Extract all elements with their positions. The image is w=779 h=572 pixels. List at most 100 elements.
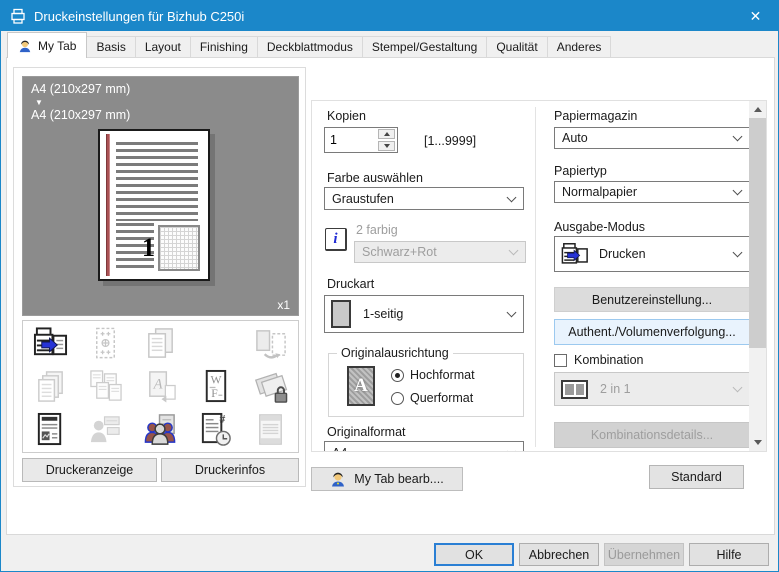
user-authentication-people-icon[interactable] — [133, 408, 188, 451]
preview-panel: A4 (210x297 mm) ▼ A4 (210x297 mm) 1 x1 — [13, 67, 306, 487]
spin-down-button[interactable] — [378, 141, 395, 151]
text-lines — [116, 142, 198, 221]
paper-tray-label: Papiermagazin — [554, 109, 637, 123]
two-color-dropdown: Schwarz+Rot — [354, 241, 526, 263]
user-settings-button[interactable]: Benutzereinstellung... — [554, 287, 750, 312]
output-mode-label: Ausgabe-Modus — [554, 220, 645, 234]
color-dropdown[interactable]: Graustufen — [324, 187, 524, 210]
scrollbar-thumb[interactable] — [749, 118, 766, 348]
output-mode-value: Drucken — [599, 247, 646, 261]
svg-text:#: # — [219, 414, 225, 426]
settings-scroll-area: Kopien [1...9999] Farbe auswählen Graust… — [311, 100, 767, 452]
zoom-factor: x1 — [277, 298, 290, 312]
paper-type-value: Normalpapier — [562, 185, 637, 199]
registration-marks-page-icon[interactable] — [78, 322, 133, 365]
tab-basis[interactable]: Basis — [87, 36, 135, 58]
printer-icon — [10, 8, 26, 24]
tab-label: My Tab — [38, 39, 76, 53]
secure-print-lock-icon[interactable] — [243, 365, 298, 408]
tab-stempel-gestaltung[interactable]: Stempel/Gestaltung — [363, 36, 487, 58]
tab-qualitaet[interactable]: Qualität — [487, 36, 547, 58]
person-icon — [330, 471, 346, 487]
svg-text:W: W — [210, 374, 221, 387]
watermark-page-icon[interactable]: W F — [188, 365, 243, 408]
tab-label: Qualität — [496, 40, 537, 54]
my-tab-edit-button[interactable]: My Tab bearb.... — [311, 467, 463, 491]
vertical-scrollbar[interactable] — [749, 101, 766, 451]
tab-my-tab[interactable]: My Tab — [7, 32, 87, 58]
combination-value: 2 in 1 — [600, 382, 631, 396]
titlebar: Druckeinstellungen für Bizhub C250i ✕ — [1, 1, 778, 31]
scroll-down-arrow[interactable] — [749, 434, 766, 451]
combination-checkbox-row[interactable]: Kombination — [554, 353, 644, 367]
color-label: Farbe auswählen — [327, 171, 423, 185]
ok-button[interactable]: OK — [434, 543, 514, 566]
two-in-one-icon — [561, 380, 588, 399]
cancel-button[interactable]: Abbrechen — [519, 543, 599, 566]
authentication-button[interactable]: Authent./Volumenverfolgung... — [554, 319, 750, 345]
tab-label: Anderes — [557, 40, 602, 54]
tab-finishing[interactable]: Finishing — [191, 36, 258, 58]
page-number: 1 — [142, 233, 155, 263]
original-format-value: A4 — [332, 446, 347, 453]
copy-pages-icon[interactable] — [133, 322, 188, 365]
tab-anderes[interactable]: Anderes — [548, 36, 612, 58]
two-color-label: 2 farbig — [356, 223, 398, 237]
proof-print-person-icon[interactable] — [78, 408, 133, 451]
printer-output-icon[interactable] — [23, 322, 78, 365]
close-button[interactable]: ✕ — [733, 1, 778, 31]
apply-button: Übernehmen — [604, 543, 684, 566]
landscape-label: Querformat — [410, 391, 473, 405]
printer-info-button[interactable]: Druckerinfos — [161, 458, 299, 482]
paper-tray-value: Auto — [562, 131, 588, 145]
landscape-radio-row[interactable]: Querformat — [391, 391, 473, 405]
landscape-radio[interactable] — [391, 392, 404, 405]
scroll-up-arrow[interactable] — [749, 101, 766, 118]
tab-layout[interactable]: Layout — [136, 36, 191, 58]
print-type-label: Druckart — [327, 277, 374, 291]
combination-dropdown: 2 in 1 — [554, 372, 750, 406]
copies-stepper — [378, 129, 395, 151]
info-icon: i — [325, 228, 347, 251]
tab-label: Stempel/Gestaltung — [372, 40, 477, 54]
original-format-dropdown[interactable]: A4 — [324, 441, 524, 452]
combination-pages-icon[interactable] — [78, 365, 133, 408]
print-type-value: 1-seitig — [363, 307, 403, 321]
portrait-radio[interactable] — [391, 369, 404, 382]
preview-page: 1 — [98, 129, 210, 281]
my-tab-edit-label: My Tab bearb.... — [354, 472, 443, 486]
person-icon — [18, 39, 32, 53]
tab-deckblattmodus[interactable]: Deckblattmodus — [258, 36, 363, 58]
help-button[interactable]: Hilfe — [689, 543, 769, 566]
rotate-output-page-icon[interactable] — [243, 322, 298, 365]
tab-strip: My Tab Basis Layout Finishing Deckblattm… — [7, 32, 611, 58]
single-page-icon — [331, 300, 351, 328]
report-document-icon[interactable] — [23, 408, 78, 451]
paper-size-info: A4 (210x297 mm) ▼ A4 (210x297 mm) — [31, 82, 130, 123]
combination-label: Kombination — [574, 353, 644, 367]
banner-page-icon[interactable] — [243, 408, 298, 451]
paper-tray-dropdown[interactable]: Auto — [554, 127, 750, 149]
tab-label: Deckblattmodus — [267, 40, 353, 54]
combination-details-button: Kombinationsdetails... — [554, 422, 750, 448]
print-type-dropdown[interactable]: 1-seitig — [324, 295, 524, 333]
page-number-clock-icon[interactable]: # — [188, 408, 243, 451]
standard-button[interactable]: Standard — [649, 465, 744, 489]
portrait-radio-row[interactable]: Hochformat — [391, 368, 475, 382]
font-substitute-page-icon[interactable]: A — [133, 365, 188, 408]
paper-type-dropdown[interactable]: Normalpapier — [554, 181, 750, 203]
paper-stack-icon[interactable] — [23, 365, 78, 408]
printer-output-small-icon — [561, 242, 589, 267]
printer-view-button[interactable]: Druckeranzeige — [22, 458, 157, 482]
column-divider — [535, 107, 536, 447]
quick-setting-icons: A W F — [22, 320, 299, 453]
original-format-label: Originalformat — [327, 425, 406, 439]
output-mode-dropdown[interactable]: Drucken — [554, 236, 750, 272]
print-preview: A4 (210x297 mm) ▼ A4 (210x297 mm) 1 x1 — [22, 76, 299, 316]
orientation-label: Originalausrichtung — [337, 346, 453, 360]
two-color-value: Schwarz+Rot — [362, 245, 437, 259]
spin-up-button[interactable] — [378, 129, 395, 139]
combination-checkbox[interactable] — [554, 354, 567, 367]
portrait-label: Hochformat — [410, 368, 475, 382]
binding-edge-stripe — [106, 134, 110, 276]
